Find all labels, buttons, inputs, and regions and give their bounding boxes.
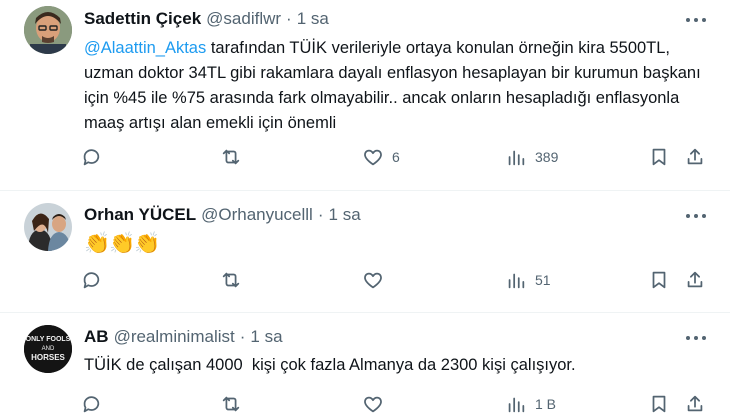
like-button[interactable] [362,393,384,415]
author-handle[interactable]: @realminimalist [114,327,235,347]
logo-line-3: HORSES [31,353,65,362]
tweet-3[interactable]: ONLY FOOLS AND HORSES AB @realminimalist… [0,313,730,420]
timestamp[interactable]: 1 sa [250,327,282,347]
avatar[interactable]: ONLY FOOLS AND HORSES [24,325,72,373]
like-button[interactable] [362,269,384,291]
reply-button[interactable] [80,269,102,291]
reply-icon [83,149,100,166]
view-count: 389 [535,149,559,165]
tweet-header: AB @realminimalist · 1 sa [84,327,283,347]
retweet-button[interactable] [220,393,242,415]
like-count: 6 [392,149,400,165]
author-handle[interactable]: @Orhanyucelll [201,205,313,225]
share-button[interactable] [684,393,706,415]
heart-icon [364,149,382,166]
tweet-text: TÜİK de çalışan 4000 kişi çok fazla Alma… [84,356,576,374]
views-button[interactable]: 1 B [505,393,556,415]
views-chart-icon [508,273,525,289]
author-name[interactable]: Sadettin Çiçek [84,9,201,29]
action-bar: 1 B [80,393,710,420]
tweet-text: @Alaattin_Aktas tarafından TÜİK verileri… [84,36,704,136]
bookmark-button[interactable] [648,393,670,415]
separator-dot: · [317,205,324,224]
views-button[interactable]: 51 [505,269,551,291]
action-bar: 6 389 [80,146,710,174]
avatar-man-photo-icon [24,6,72,54]
timestamp[interactable]: 1 sa [329,205,361,225]
bookmark-button[interactable] [648,146,670,168]
logo-line-2: AND [42,346,55,352]
avatar[interactable] [24,6,72,54]
reply-button[interactable] [80,146,102,168]
retweet-icon [222,272,240,288]
tweet-2[interactable]: Orhan YÜCEL @Orhanyucelll · 1 sa 👏👏👏 51 [0,191,730,311]
view-count: 1 B [535,396,557,412]
more-options-icon[interactable] [686,328,706,348]
retweet-icon [222,149,240,165]
retweet-icon [222,396,240,412]
share-icon [687,395,703,412]
author-name[interactable]: AB [84,327,109,347]
avatar-couple-photo-icon [24,203,72,251]
tweet-header: Sadettin Çiçek @sadiflwr · 1 sa [84,9,329,29]
timestamp[interactable]: 1 sa [297,9,329,29]
avatar[interactable] [24,203,72,251]
heart-icon [364,396,382,413]
share-icon [687,271,703,288]
view-count: 51 [535,272,551,288]
views-chart-icon [508,150,525,166]
share-button[interactable] [684,146,706,168]
reply-button[interactable] [80,393,102,415]
bookmark-icon [652,148,666,166]
mention-link[interactable]: @Alaattin_Aktas [84,39,206,57]
retweet-button[interactable] [220,269,242,291]
author-name[interactable]: Orhan YÜCEL [84,205,196,225]
bookmark-icon [652,271,666,289]
share-button[interactable] [684,269,706,291]
action-bar: 51 [80,269,710,297]
tweet-1[interactable]: Sadettin Çiçek @sadiflwr · 1 sa @Alaatti… [0,0,730,196]
tweet-text: 👏👏👏 [84,232,160,255]
separator-dot: · [286,9,292,28]
reply-icon [83,396,100,413]
reply-icon [83,272,100,289]
views-chart-icon [508,397,525,413]
more-options-icon[interactable] [686,10,706,30]
logo-line-1: ONLY FOOLS [26,336,71,343]
share-icon [687,148,703,165]
more-options-icon[interactable] [686,206,706,226]
retweet-button[interactable] [220,146,242,168]
heart-icon [364,272,382,289]
tweet-header: Orhan YÜCEL @Orhanyucelll · 1 sa [84,205,361,225]
like-button[interactable]: 6 [362,146,400,168]
author-handle[interactable]: @sadiflwr [206,9,281,29]
separator-dot: · [239,327,246,346]
bookmark-icon [652,395,666,413]
views-button[interactable]: 389 [505,146,558,168]
avatar-only-fools-and-horses-logo-icon: ONLY FOOLS AND HORSES [24,325,72,373]
bookmark-button[interactable] [648,269,670,291]
